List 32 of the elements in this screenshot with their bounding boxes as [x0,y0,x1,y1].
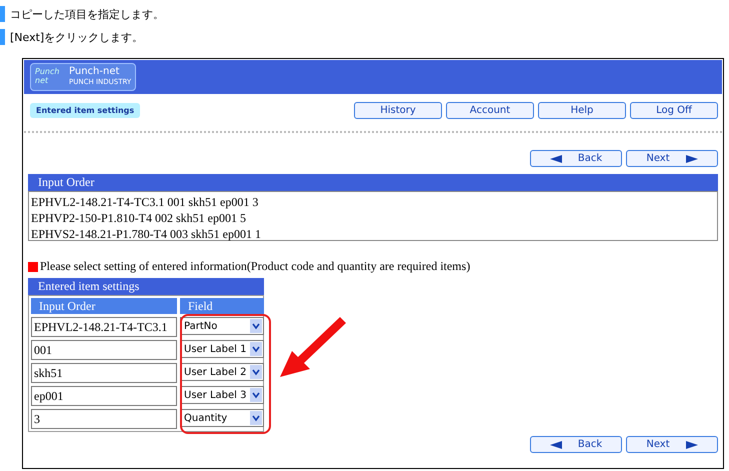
bullet-bar [0,29,5,45]
notice-text: Please select setting of entered information(Product code and quantity are required items) [40,259,470,274]
next-button[interactable]: Next [626,436,718,453]
nav-button[interactable]: Help [538,102,626,118]
column-header: Input Order [31,298,177,314]
section-title: Entered item settings [28,278,264,295]
order-line: EPHVS2-148.21-P1.780-T4 003 skh51 ep001 1 [31,226,262,242]
back-button[interactable]: Back [530,150,622,167]
next-button[interactable]: Next [626,150,718,167]
order-line: EPHVP2-150-P1.810-T4 002 skh51 ep001 5 [31,210,247,226]
table-cell: ep001 [31,386,177,406]
table-cell: skh51 [31,363,177,383]
nav-button[interactable]: History [354,102,442,118]
nav-button[interactable]: Log Off [630,102,718,118]
page-label: Entered item settings [30,102,140,118]
column-header: Field [180,298,264,314]
table-cell: EPHVL2-148.21-T4-TC3.1 [31,317,177,337]
back-button[interactable]: Back [530,436,622,453]
instruction-text: [Next]をクリックします。 [10,30,144,44]
required-marker-icon [28,262,38,272]
nav-button[interactable]: Account [446,102,534,118]
field-dropdown[interactable]: Quantity [180,409,264,427]
field-dropdown[interactable]: PartNo [180,317,264,335]
field-dropdown[interactable]: User Label 2 [180,363,264,381]
section-title: Input Order [28,174,718,191]
field-dropdown[interactable]: User Label 1 [180,340,264,358]
instruction-text: コピーした項目を指定します。 [10,6,164,22]
table-cell: 001 [31,340,177,360]
table-cell: 3 [31,409,177,429]
field-dropdown[interactable]: User Label 3 [180,386,264,404]
order-line: EPHVL2-148.21-T4-TC3.1 001 skh51 ep001 3 [31,194,260,210]
bullet-bar [0,6,5,22]
